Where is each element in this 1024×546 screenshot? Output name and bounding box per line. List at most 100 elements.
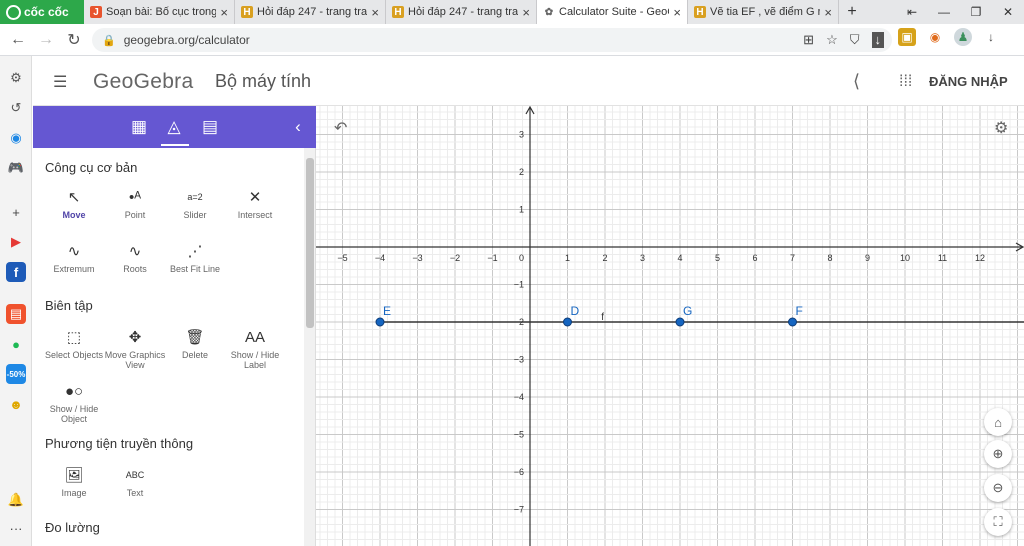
reload-icon[interactable]: ↻ bbox=[60, 30, 88, 50]
tool-icon: ●○ bbox=[64, 382, 84, 400]
x-tick-label: −2 bbox=[450, 253, 460, 263]
x-tick-label: 1 bbox=[565, 253, 570, 263]
history-icon[interactable]: ↺ bbox=[6, 98, 26, 118]
spotify-icon[interactable]: ● bbox=[6, 334, 26, 354]
shield-icon[interactable]: ⛉ bbox=[850, 32, 860, 48]
tab-search-icon[interactable]: ⇤ bbox=[896, 5, 928, 19]
add-icon[interactable]: + bbox=[6, 202, 26, 222]
point-e[interactable] bbox=[375, 317, 385, 327]
game-icon[interactable]: 🎮 bbox=[6, 158, 26, 178]
home-button[interactable]: ⌂ bbox=[984, 408, 1012, 436]
menu-icon[interactable]: ☰ bbox=[53, 72, 69, 91]
browser-tab[interactable]: H Hỏi đáp 247 - trang tra × bbox=[235, 0, 386, 24]
browser-tab[interactable]: H Hỏi đáp 247 - trang tra × bbox=[386, 0, 537, 24]
close-tab-icon[interactable]: × bbox=[522, 5, 530, 20]
tool-move[interactable]: ↖ Move bbox=[39, 186, 109, 220]
line-f-label: f bbox=[601, 312, 604, 323]
tool-label: Select Objects bbox=[44, 350, 104, 360]
browser-sidebar: ⚙ ↺ ◉ 🎮 + ▶ f ▤ ● -50% ☻ 🔔 ··· bbox=[0, 56, 32, 546]
browser-brand[interactable]: cốc cốc bbox=[0, 0, 84, 24]
tool-best-fit-line[interactable]: ⋰ Best Fit Line bbox=[160, 240, 230, 274]
x-tick-label: 10 bbox=[900, 253, 910, 263]
settings-icon[interactable]: ⚙ bbox=[6, 68, 26, 88]
extension-icon[interactable]: ▣ bbox=[898, 28, 916, 46]
close-tab-icon[interactable]: × bbox=[220, 5, 228, 20]
apps-grid-icon[interactable]: ⁞⁞⁞ bbox=[899, 73, 912, 91]
restore-button[interactable]: ❐ bbox=[960, 5, 992, 19]
minimize-button[interactable]: — bbox=[928, 5, 960, 19]
messenger-icon[interactable]: ◉ bbox=[6, 128, 26, 148]
back-icon[interactable]: ← bbox=[4, 31, 32, 49]
point-f[interactable] bbox=[788, 317, 797, 327]
tool-label: Intersect bbox=[237, 210, 273, 220]
x-tick-label: −4 bbox=[375, 253, 385, 263]
more-icon[interactable]: ··· bbox=[6, 518, 26, 538]
tool-label: Show / Hide Label bbox=[230, 350, 280, 370]
tab-title: Calculator Suite - GeoG bbox=[559, 6, 670, 18]
shopee-icon[interactable]: ▤ bbox=[6, 304, 26, 324]
y-tick-label: −7 bbox=[514, 505, 524, 515]
point-g[interactable] bbox=[675, 317, 685, 327]
bell-icon[interactable]: 🔔 bbox=[6, 490, 26, 510]
deal-icon[interactable]: -50% bbox=[6, 364, 26, 384]
point-d[interactable] bbox=[563, 317, 572, 327]
geogebra-logo[interactable]: GeoGebra bbox=[93, 70, 193, 94]
login-button[interactable]: ĐĂNG NHẬP bbox=[929, 74, 1008, 89]
tool-label: Move bbox=[62, 210, 86, 220]
x-tick-label: 5 bbox=[715, 253, 720, 263]
calculator-tab-icon[interactable]: ▦ bbox=[128, 117, 150, 137]
x-tick-label: 7 bbox=[790, 253, 795, 263]
point-label: E bbox=[383, 304, 391, 318]
close-tab-icon[interactable]: × bbox=[824, 5, 832, 20]
gear-icon[interactable]: ⚙ bbox=[994, 118, 1008, 138]
x-tick-label: 12 bbox=[975, 253, 985, 263]
x-tick-label: 3 bbox=[640, 253, 645, 263]
tool-icon: ⬚ bbox=[66, 329, 82, 346]
facebook-icon[interactable]: f bbox=[6, 262, 26, 282]
translate-icon[interactable]: ⊞ bbox=[803, 32, 814, 48]
graphics-canvas[interactable]: −5 −4 −3 −2 −1 1 2 3 4 5 6 7 8 9 10 11 12321−1−2−3−4−5−6… bbox=[316, 106, 1024, 546]
youtube-icon[interactable]: ▶ bbox=[6, 232, 26, 252]
tools-tab-icon[interactable]: ◬ bbox=[163, 117, 185, 137]
mascot-icon[interactable]: ☻ bbox=[6, 394, 26, 414]
tool-panel-header: ▦ ◬ ▤ ‹ bbox=[33, 106, 316, 148]
graphics-view[interactable]: −5 −4 −3 −2 −1 1 2 3 4 5 6 7 8 9 10 11 12 3 2 1 −1 −2 −3 −4 −5 −6… bbox=[316, 106, 1024, 546]
new-tab-button[interactable]: + bbox=[839, 0, 865, 24]
x-tick-label: 4 bbox=[677, 253, 682, 263]
avatar[interactable]: ♟ bbox=[954, 28, 972, 46]
panel-scrollbar[interactable] bbox=[304, 148, 316, 546]
tool-text[interactable]: ABC Text bbox=[100, 464, 170, 498]
tool-extremum[interactable]: ∿ Extremum bbox=[39, 240, 109, 274]
browser-tab[interactable]: ✿ Calculator Suite - GeoG × bbox=[537, 0, 688, 24]
y-tick-label: 1 bbox=[519, 205, 524, 215]
coccoc-logo-icon bbox=[6, 4, 21, 20]
tool-intersect[interactable]: ✕ Intersect bbox=[220, 186, 290, 220]
tool-select-objects[interactable]: ⬚ Select Objects bbox=[39, 326, 109, 360]
bookmark-star-icon[interactable]: ☆ bbox=[826, 32, 838, 48]
extension-icon[interactable]: ◉ bbox=[926, 28, 944, 46]
close-tab-icon[interactable]: × bbox=[673, 5, 681, 20]
close-tab-icon[interactable]: × bbox=[371, 5, 379, 20]
fullscreen-button[interactable]: ⛶ bbox=[984, 508, 1012, 536]
zoom-out-button[interactable]: ⊖ bbox=[984, 474, 1012, 502]
tab-title: Vẽ tia EF , vẽ điểm G n bbox=[710, 6, 821, 18]
tool-show-hide-label[interactable]: AA Show / Hide Label bbox=[220, 326, 290, 371]
browser-tab[interactable]: J Soạn bài: Bố cục trong × bbox=[84, 0, 235, 24]
share-icon[interactable]: ⟨ bbox=[853, 71, 860, 92]
url-bar[interactable]: 🔒 geogebra.org/calculator ⊞ ☆ ⛉ ↓ bbox=[92, 28, 892, 52]
browser-tab[interactable]: H Vẽ tia EF , vẽ điểm G n × bbox=[688, 0, 839, 24]
zoom-in-button[interactable]: ⊕ bbox=[984, 440, 1012, 468]
scrollbar-thumb[interactable] bbox=[306, 158, 314, 328]
downloads-icon[interactable]: ↓ bbox=[982, 28, 1000, 46]
x-tick-label: 2 bbox=[602, 253, 607, 263]
undo-icon[interactable]: ↶ bbox=[334, 118, 347, 138]
table-tab-icon[interactable]: ▤ bbox=[199, 117, 221, 137]
close-window-button[interactable]: ✕ bbox=[992, 5, 1024, 19]
tab-title: Hỏi đáp 247 - trang tra bbox=[257, 6, 368, 18]
forward-icon[interactable]: → bbox=[32, 31, 60, 49]
x-tick-label: −5 bbox=[337, 253, 347, 263]
tool-show-hide-object[interactable]: ●○ Show / Hide Object bbox=[39, 380, 109, 425]
collapse-panel-icon[interactable]: ‹ bbox=[287, 117, 309, 137]
tool-image[interactable]: 🖼 Image bbox=[39, 464, 109, 498]
download-icon[interactable]: ↓ bbox=[871, 32, 884, 48]
